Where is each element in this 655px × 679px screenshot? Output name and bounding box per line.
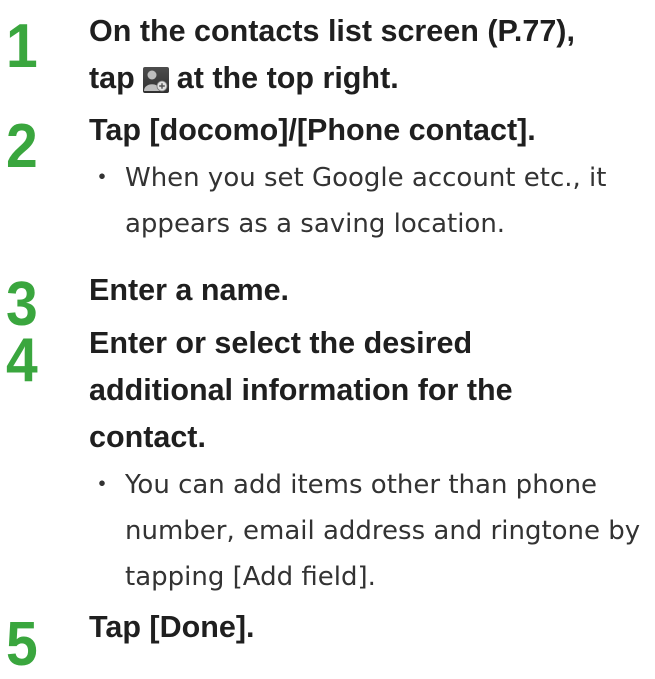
step-title-line2: at the top right. xyxy=(176,61,399,95)
step-title-line1: On the contacts list screen (P.77), xyxy=(89,14,575,48)
bullet-icon: ・ xyxy=(89,470,116,500)
step-number: 2 xyxy=(6,112,38,181)
step-note: ・ When you set Google account etc., it ap… xyxy=(89,155,651,247)
add-contact-icon xyxy=(142,67,169,93)
step-number: 5 xyxy=(6,610,38,679)
bullet-icon: ・ xyxy=(89,163,116,193)
step-title: Tap [Done]. xyxy=(89,610,255,644)
step-title: Enter a name. xyxy=(89,273,290,307)
step-note-text: You can add items other than phone numbe… xyxy=(125,470,641,592)
step-title: On the contacts list screen (P.77), tap … xyxy=(89,8,649,102)
step-title: Enter or select the desired additional i… xyxy=(89,326,513,454)
step-note-text: When you set Google account etc., it app… xyxy=(125,163,607,239)
step-note: ・ You can add items other than phone numb… xyxy=(89,462,651,600)
step-title-tap: tap xyxy=(89,61,135,95)
step-title: Tap [docomo]/[Phone contact]. xyxy=(89,113,536,147)
step-number: 4 xyxy=(6,326,38,395)
step-number: 1 xyxy=(6,12,38,81)
